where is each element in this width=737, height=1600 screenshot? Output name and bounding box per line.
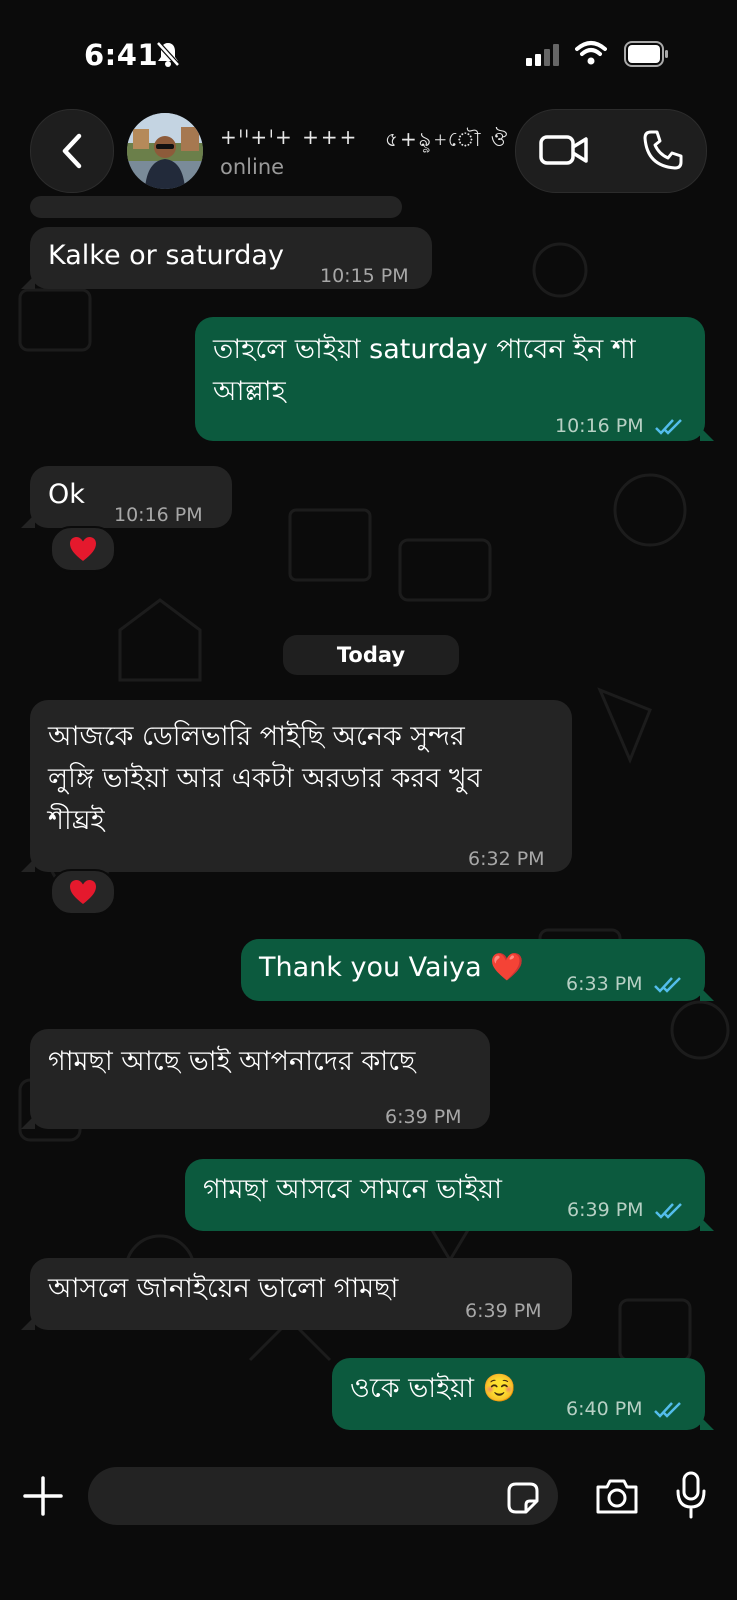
bubble-tail (21, 275, 35, 289)
read-receipt-icon (653, 1401, 681, 1418)
bubble-tail (21, 1316, 35, 1330)
message-bubble-outgoing[interactable]: গামছা আসবে সামনে ভাইয়া 6:39 PM (185, 1159, 714, 1231)
message-time: 6:39 PM (567, 1199, 644, 1221)
heart-reaction-icon (70, 880, 96, 904)
back-chevron-icon (62, 133, 82, 169)
reaction-badge[interactable] (50, 526, 116, 572)
message-bubble-outgoing[interactable]: Thank you Vaiya ❤️ 6:33 PM (241, 939, 714, 1001)
back-button[interactable] (30, 109, 114, 193)
message-bubble-incoming[interactable]: আজকে ডেলিভারি পাইছি অনেক সুন্দর লুঙ্গি ভ… (21, 700, 572, 872)
video-call-icon[interactable] (538, 130, 590, 170)
message-bubble-incoming[interactable]: গামছা আছে ভাই আপনাদের কাছে 6:39 PM (21, 1029, 490, 1129)
message-text: আজকে ডেলিভারি পাইছি অনেক সুন্দর লুঙ্গি ভ… (48, 721, 482, 836)
bubble-tail (700, 427, 714, 441)
sticker-icon[interactable] (504, 1479, 542, 1517)
reaction-badge[interactable] (50, 869, 116, 915)
bubble-tail (21, 514, 35, 528)
message-time: 6:33 PM (566, 973, 643, 995)
message-text: Ok (48, 479, 85, 510)
silent-bell-icon (156, 41, 180, 67)
message-text: তাহলে ভাইয়া saturday পাবেন ইন শা আল্লাহ (213, 334, 636, 407)
message-time-row: 6:40 PM (566, 1388, 683, 1430)
message-bubble-outgoing[interactable]: তাহলে ভাইয়া saturday পাবেন ইন শা আল্লাহ… (195, 317, 714, 441)
battery-icon (624, 41, 668, 67)
message-text: গামছা আসবে সামনে ভাইয়া (203, 1174, 503, 1205)
partial-message-bubble (30, 196, 402, 218)
call-buttons-group (515, 109, 707, 193)
read-receipt-icon (653, 976, 681, 993)
microphone-icon[interactable] (674, 1471, 708, 1519)
heart-reaction-icon (70, 537, 96, 561)
contact-online-status: online (220, 155, 285, 179)
message-bubble-outgoing[interactable]: ওকে ভাইয়া ☺️ 6:40 PM (332, 1358, 714, 1430)
message-bubble-incoming[interactable]: Kalke or saturday 10:15 PM (21, 227, 432, 289)
message-time: 10:16 PM (114, 504, 203, 526)
message-bubble-incoming[interactable]: আসলে জানাইয়েন ভালো গামছা 6:39 PM (21, 1258, 572, 1330)
plus-icon[interactable] (22, 1475, 64, 1517)
message-time-row: 10:16 PM (555, 405, 684, 447)
contact-name[interactable]: +ᑊᑊ+ᑊ+ +++ (220, 125, 358, 149)
message-time-row: 6:39 PM (567, 1189, 684, 1231)
status-bar: 6:41 (0, 0, 737, 105)
bubble-tail (700, 1416, 714, 1430)
cellular-signal-icon (526, 44, 559, 66)
message-text: গামছা আছে ভাই আপনাদের কাছে (48, 1046, 416, 1077)
chat-header: +ᑊᑊ+ᑊ+ +++ ৫+ৡ+ৌ ঔ online (0, 105, 737, 210)
message-time: 6:39 PM (385, 1106, 462, 1128)
message-text: Thank you Vaiya ❤️ (259, 952, 524, 983)
camera-icon[interactable] (594, 1476, 640, 1516)
status-time: 6:41 (84, 38, 159, 72)
bubble-tail (700, 987, 714, 1001)
message-text: আসলে জানাইয়েন ভালো গামছা (48, 1273, 399, 1304)
message-bubble-incoming[interactable]: Ok 10:16 PM (21, 466, 232, 528)
message-time: 10:15 PM (320, 265, 409, 287)
read-receipt-icon (654, 418, 682, 435)
bubble-tail (21, 1115, 35, 1129)
message-time-row: 6:33 PM (566, 963, 683, 1005)
message-composer (0, 1445, 737, 1600)
phone-icon[interactable] (641, 128, 685, 172)
date-separator: Today (283, 635, 459, 675)
read-receipt-icon (654, 1202, 682, 1219)
message-time: 6:39 PM (465, 1300, 542, 1322)
message-input[interactable] (88, 1467, 558, 1525)
wifi-icon (575, 41, 607, 65)
contact-name-secondary[interactable]: ৫+ৡ+ৌ ঔ (385, 125, 509, 158)
message-time: 10:16 PM (555, 415, 644, 437)
message-text: Kalke or saturday (48, 240, 284, 271)
message-time: 6:32 PM (468, 848, 545, 870)
contact-avatar[interactable] (127, 113, 203, 189)
bubble-tail (700, 1217, 714, 1231)
message-text: ওকে ভাইয়া ☺️ (350, 1373, 517, 1404)
message-time: 6:40 PM (566, 1398, 643, 1420)
bubble-tail (21, 858, 35, 872)
